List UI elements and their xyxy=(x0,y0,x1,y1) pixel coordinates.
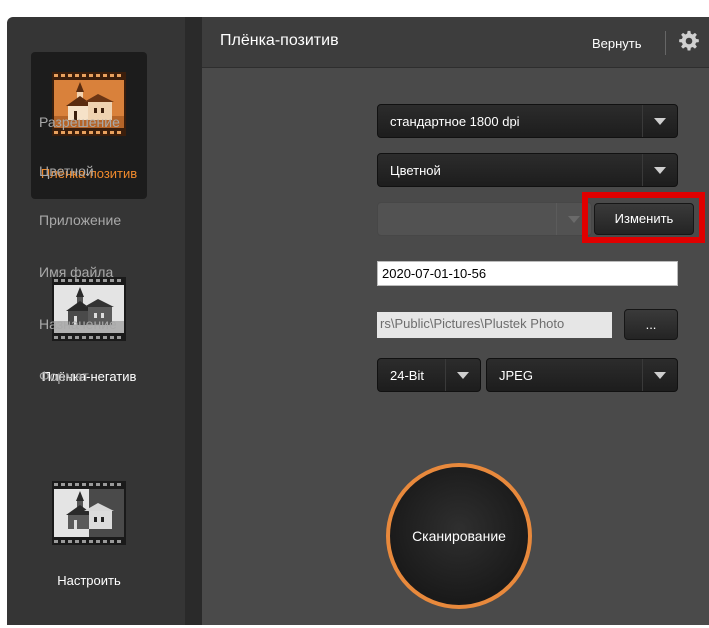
gear-icon[interactable] xyxy=(678,30,700,52)
application-select xyxy=(377,202,592,236)
chevron-down-icon xyxy=(654,118,666,125)
filename-label: Имя файла xyxy=(39,264,114,280)
color-select[interactable]: Цветной xyxy=(377,153,678,187)
chevron-down-icon xyxy=(654,372,666,379)
revert-button[interactable]: Вернуть xyxy=(592,36,642,51)
chevron-down-icon xyxy=(654,167,666,174)
sidebar-item-label: Настроить xyxy=(57,573,121,588)
bit-depth-select[interactable]: 24-Bit xyxy=(377,358,481,392)
resolution-select[interactable]: стандартное 1800 dpi xyxy=(377,104,678,138)
browse-button[interactable]: ... xyxy=(624,309,678,340)
file-format-select[interactable]: JPEG xyxy=(486,358,678,392)
dropdown-arrow-box xyxy=(445,359,480,391)
file-format-value: JPEG xyxy=(499,368,533,383)
highlight-box xyxy=(582,192,705,243)
chevron-down-icon xyxy=(568,216,580,223)
header-separator xyxy=(665,31,666,55)
destination-label: Назначение xyxy=(39,316,117,332)
panel-divider xyxy=(185,17,202,625)
color-value: Цветной xyxy=(390,163,441,178)
chevron-down-icon xyxy=(457,372,469,379)
page-title: Плёнка-позитив xyxy=(220,32,339,49)
application-label: Приложение xyxy=(39,212,122,228)
dropdown-arrow-box xyxy=(642,154,677,186)
sidebar-item-custom[interactable]: Настроить xyxy=(31,461,147,608)
filename-input[interactable] xyxy=(377,261,678,286)
custom-church-icon xyxy=(52,481,126,545)
resolution-value: стандартное 1800 dpi xyxy=(390,114,520,129)
destination-field: rs\Public\Pictures\Plustek Photo xyxy=(377,312,612,338)
color-label: Цветной xyxy=(39,163,94,179)
scanner-app: Плёнка-позитив Плёнка-негатив Настроить … xyxy=(0,0,709,628)
format-label: Формат xyxy=(39,368,89,384)
bit-depth-value: 24-Bit xyxy=(390,368,424,383)
dropdown-arrow-box xyxy=(642,105,677,137)
dropdown-arrow-box xyxy=(642,359,677,391)
panel-header: Плёнка-позитив Вернуть xyxy=(202,17,709,68)
scan-button[interactable]: Сканирование xyxy=(386,463,532,609)
resolution-label: Разрешение xyxy=(39,114,120,130)
